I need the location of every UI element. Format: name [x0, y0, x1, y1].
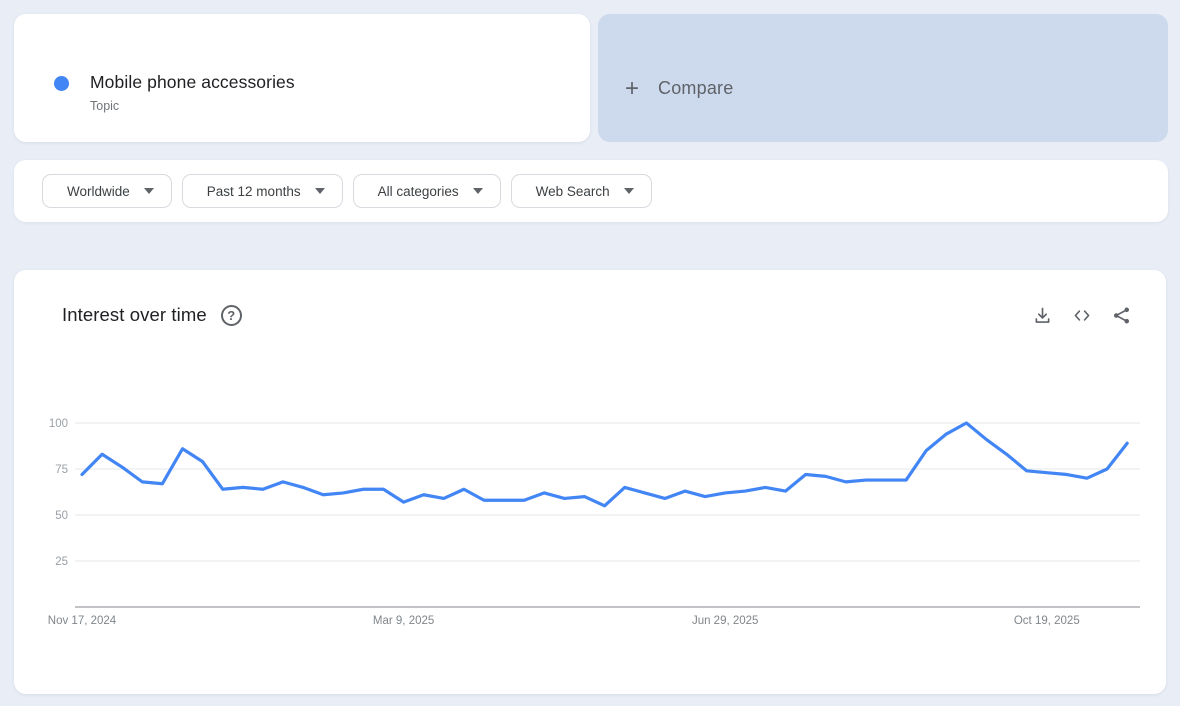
search-type-label: Web Search — [535, 183, 610, 199]
panel-actions — [1032, 305, 1132, 326]
chevron-down-icon — [314, 188, 325, 194]
svg-text:75: 75 — [55, 464, 68, 476]
panel-header: Interest over time ? — [14, 270, 1166, 326]
geo-filter-label: Worldwide — [67, 183, 130, 199]
chevron-down-icon — [472, 188, 483, 194]
compare-inner: + Compare — [625, 74, 734, 102]
time-range-label: Past 12 months — [206, 183, 301, 199]
download-button[interactable] — [1032, 305, 1053, 326]
svg-text:Nov 17, 2024: Nov 17, 2024 — [48, 615, 117, 627]
search-type-dropdown[interactable]: Web Search — [510, 174, 652, 208]
svg-text:Jun 29, 2025: Jun 29, 2025 — [692, 615, 759, 627]
search-terms-row: Mobile phone accessories Topic + Compare — [14, 14, 1168, 142]
compare-label: Compare — [658, 78, 734, 98]
search-term-card[interactable]: Mobile phone accessories Topic — [14, 14, 590, 142]
embed-icon — [1074, 309, 1090, 321]
search-term-type: Topic — [90, 99, 120, 113]
geo-filter-dropdown[interactable]: Worldwide — [42, 174, 172, 208]
svg-text:100: 100 — [49, 418, 68, 430]
search-term-text: Mobile phone accessories Topic — [90, 72, 295, 113]
filter-bar: Worldwide Past 12 months All categories … — [14, 160, 1168, 222]
interest-over-time-chart: 25 50 75 100 Nov 17, 2024 Mar 9, 2025 Jun 29, … — [48, 418, 1140, 627]
chevron-down-icon — [143, 188, 154, 194]
svg-text:Oct 19, 2025: Oct 19, 2025 — [1014, 615, 1080, 627]
svg-text:50: 50 — [55, 510, 68, 522]
help-icon[interactable]: ? — [220, 304, 242, 326]
svg-text:25: 25 — [55, 556, 68, 568]
compare-add-card[interactable]: + Compare — [598, 14, 1168, 142]
google-trends-explore-page: Mobile phone accessories Topic + Compare… — [0, 0, 1180, 706]
search-term-title: Mobile phone accessories — [90, 72, 295, 92]
time-range-dropdown[interactable]: Past 12 months — [181, 174, 343, 208]
share-button[interactable] — [1111, 305, 1132, 326]
interest-over-time-panel: Interest over time ? 25 50 75 100 Nov 17… — [14, 270, 1166, 694]
embed-button[interactable] — [1071, 305, 1093, 326]
download-icon — [1035, 307, 1050, 323]
svg-text:Mar 9, 2025: Mar 9, 2025 — [373, 615, 434, 627]
plus-icon: + — [625, 74, 640, 102]
category-filter-dropdown[interactable]: All categories — [352, 174, 501, 208]
chevron-down-icon — [623, 188, 634, 194]
category-filter-label: All categories — [377, 183, 459, 199]
panel-title: Interest over time — [62, 304, 207, 325]
series-color-dot-icon — [54, 76, 69, 91]
share-icon — [1113, 307, 1130, 323]
